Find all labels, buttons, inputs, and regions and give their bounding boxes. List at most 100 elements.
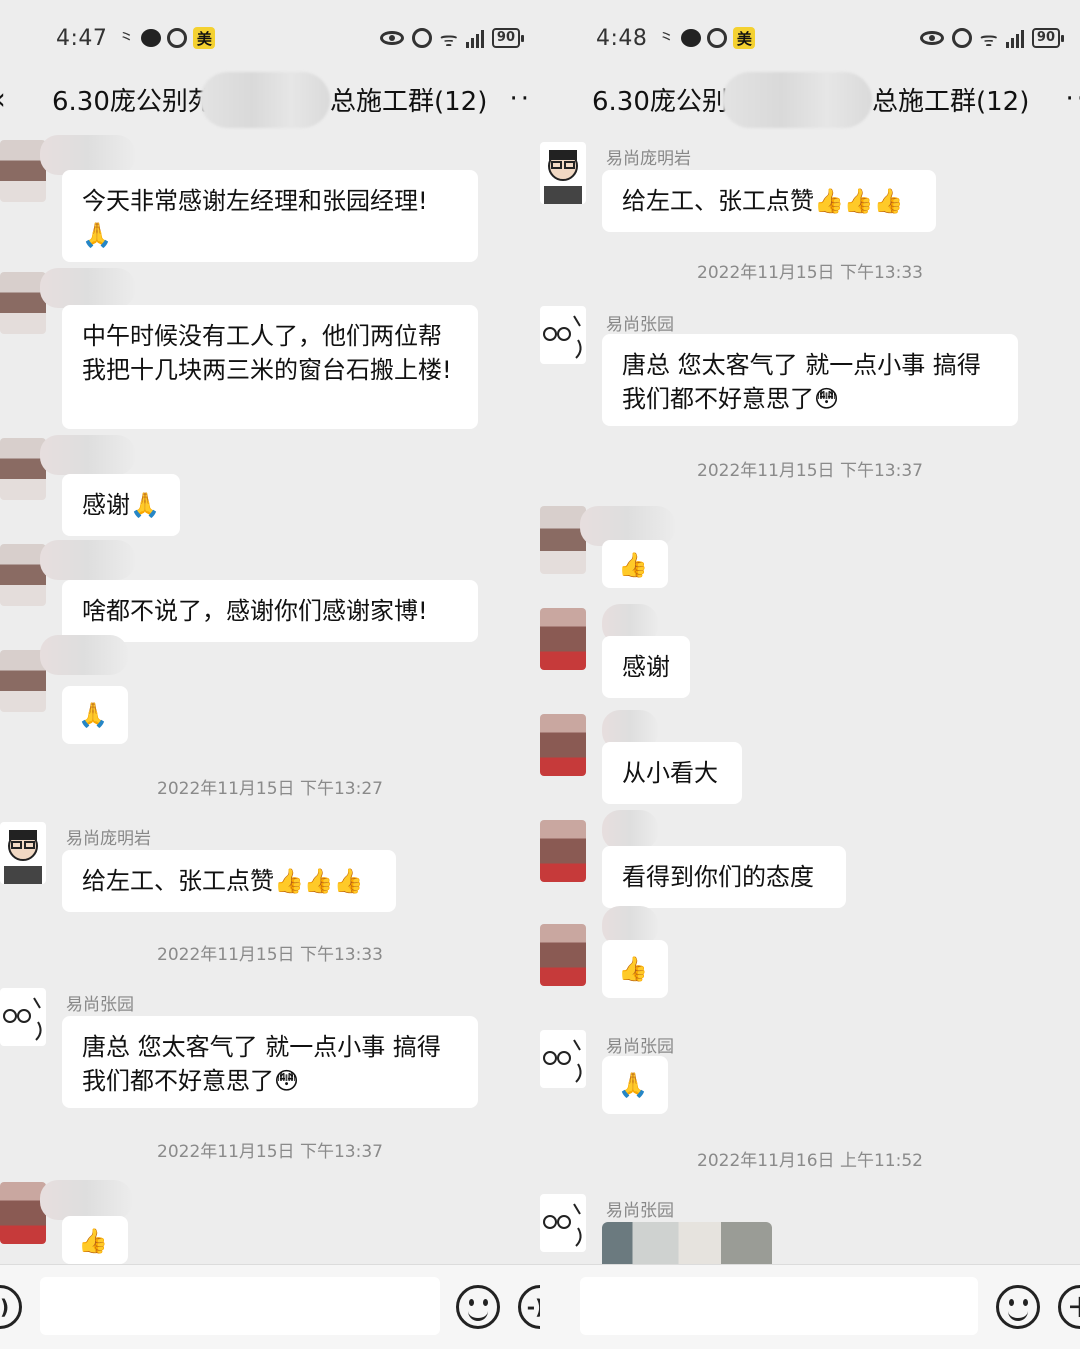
input-bar: +: [540, 1264, 1080, 1349]
chat-title: 6.30庞公别: [592, 86, 728, 117]
sender-name: 易尚张园: [606, 1201, 674, 1221]
avatar[interactable]: [0, 438, 46, 500]
message-bubble[interactable]: 中午时候没有工人了，他们两位帮我把十几块两三米的窗台石搬上楼!: [62, 305, 478, 429]
chat-title: 6.30庞公别苑: [52, 86, 214, 117]
avatar[interactable]: [540, 306, 586, 364]
message-bubble[interactable]: 🙏: [62, 686, 128, 744]
chat-notification-icon: [681, 29, 702, 47]
more-dots-icon[interactable]: ··: [1065, 84, 1080, 114]
message-text: 给左工、张工点赞👍👍👍: [622, 187, 904, 215]
blurred-sender-name: [40, 268, 135, 308]
message-bubble[interactable]: 啥都不说了，感谢你们感谢家博!: [62, 580, 478, 642]
timestamp: 2022年11月16日 上午11:52: [697, 1151, 923, 1171]
avatar[interactable]: [540, 714, 586, 776]
message-input[interactable]: [40, 1277, 440, 1335]
avatar[interactable]: [540, 142, 586, 204]
pray-emoji: 🙏: [78, 701, 108, 729]
meme-face-icon: [543, 1203, 582, 1247]
message-bubble[interactable]: 👍: [602, 940, 668, 998]
signal-icon: [465, 28, 484, 48]
emoji-icon[interactable]: [456, 1285, 500, 1329]
plus-icon[interactable]: +: [1058, 1285, 1080, 1329]
avatar[interactable]: [0, 140, 46, 202]
avatar[interactable]: [0, 544, 46, 606]
message-text: 啥都不说了，感谢你们感谢家博!: [82, 597, 428, 625]
blurred-sender-name: [40, 1180, 132, 1220]
timestamp: 2022年11月15日 下午13:37: [157, 1142, 383, 1162]
cartoon-face-icon: [544, 150, 582, 204]
hand-notification-icon: [167, 28, 188, 48]
message-list: 易尚庞明岩 给左工、张工点赞👍👍👍 2022年11月15日 下午13:33 易尚…: [540, 130, 1080, 1264]
avatar[interactable]: [540, 1030, 586, 1088]
message-bubble[interactable]: 给左工、张工点赞👍👍👍: [602, 170, 936, 232]
sender-name: 易尚张园: [606, 1037, 674, 1057]
voice-icon[interactable]: -)): [518, 1285, 540, 1329]
chat-screen-left: 4:47 ⺀ 美 ᯤ 90 ‹ 6.30庞公别苑 总施工群(12) ·· 今天非…: [0, 0, 540, 1349]
blurred-sender-name: [40, 135, 135, 175]
sender-name: 易尚庞明岩: [606, 149, 691, 169]
alarm-icon: [951, 28, 972, 48]
avatar[interactable]: [540, 1194, 586, 1252]
meme-face-icon: [543, 1039, 582, 1083]
message-text: 唐总 您太客气了 就一点小事 搞得我们都不好意思了😳: [622, 351, 981, 413]
pray-emoji: 🙏: [82, 221, 112, 249]
message-bubble[interactable]: 看得到你们的态度: [602, 846, 846, 908]
message-bubble[interactable]: 👍: [62, 1216, 128, 1264]
alarm-icon: [411, 28, 432, 48]
message-bubble[interactable]: 给左工、张工点赞👍👍👍: [62, 850, 396, 912]
meme-face-icon: [3, 997, 42, 1041]
more-dots-icon[interactable]: ··: [509, 84, 532, 114]
status-system-icons: ᯤ 90: [379, 25, 525, 52]
avatar[interactable]: [0, 650, 46, 712]
back-chevron-icon[interactable]: ‹: [0, 82, 14, 117]
wifi-icon: ᯤ: [439, 26, 458, 51]
battery-icon: 90: [1031, 28, 1065, 48]
avatar[interactable]: [540, 506, 586, 574]
message-list: 今天非常感谢左经理和张园经理! 🙏 中午时候没有工人了，他们两位帮我把十几块两三…: [0, 130, 540, 1264]
message-bubble[interactable]: 感谢🙏: [62, 474, 180, 536]
message-text: 从小看大: [622, 759, 718, 787]
message-text: 唐总 您太客气了 就一点小事 搞得我们都不好意思了😳: [82, 1033, 441, 1095]
message-text: 中午时候没有工人了，他们两位帮我把十几块两三米的窗台石搬上楼!: [82, 322, 452, 384]
avatar[interactable]: [0, 822, 46, 884]
avatar[interactable]: [540, 608, 586, 670]
eye-icon: [919, 31, 944, 45]
sender-name: 易尚张园: [66, 995, 134, 1015]
chat-screen-right: 4:48 ⺀ 美 ᯤ 90 6.30庞公别 总施工群(12) ·· 易尚庞明岩 …: [540, 0, 1080, 1349]
avatar[interactable]: [0, 1182, 46, 1244]
message-bubble[interactable]: 从小看大: [602, 742, 742, 804]
avatar[interactable]: [540, 820, 586, 882]
image-message[interactable]: [602, 1222, 772, 1264]
avatar[interactable]: [540, 924, 586, 986]
message-bubble[interactable]: 感谢: [602, 636, 690, 698]
meituan-icon: 美: [193, 27, 216, 49]
chat-title-suffix: 总施工群(12): [872, 86, 1030, 117]
avatar[interactable]: [0, 272, 46, 334]
message-bubble[interactable]: 唐总 您太客气了 就一点小事 搞得我们都不好意思了😳: [62, 1016, 478, 1108]
pray-emoji: 🙏: [618, 1071, 648, 1099]
message-bubble[interactable]: 今天非常感谢左经理和张园经理! 🙏: [62, 170, 478, 262]
avatar[interactable]: [0, 988, 46, 1046]
message-bubble[interactable]: 👍: [602, 540, 668, 588]
status-bar: 4:48 ⺀ 美 ᯤ 90: [596, 18, 1070, 58]
meituan-icon: 美: [733, 27, 756, 49]
timestamp: 2022年11月15日 下午13:27: [157, 779, 383, 799]
message-bubble[interactable]: 唐总 您太客气了 就一点小事 搞得我们都不好意思了😳: [602, 334, 1018, 426]
signal-icon: [1005, 28, 1024, 48]
chat-notification-icon: [141, 29, 162, 47]
emoji-icon[interactable]: [996, 1285, 1040, 1329]
message-bubble[interactable]: 🙏: [602, 1056, 668, 1114]
voice-icon[interactable]: )): [0, 1285, 22, 1329]
wifi-icon: ᯤ: [979, 26, 998, 51]
chat-header: 6.30庞公别 总施工群(12) ··: [540, 70, 1080, 128]
message-text: 感谢🙏: [82, 491, 160, 519]
chat-title-suffix: 总施工群(12): [330, 86, 488, 117]
sender-name: 易尚张园: [606, 315, 674, 335]
blurred-sender-name: [602, 810, 658, 850]
message-input[interactable]: [580, 1277, 978, 1335]
timestamp: 2022年11月15日 下午13:33: [697, 263, 923, 283]
eye-icon: [379, 31, 404, 45]
blurred-title-part: [200, 72, 330, 128]
battery-icon: 90: [491, 28, 525, 48]
message-text: 感谢: [622, 653, 670, 681]
